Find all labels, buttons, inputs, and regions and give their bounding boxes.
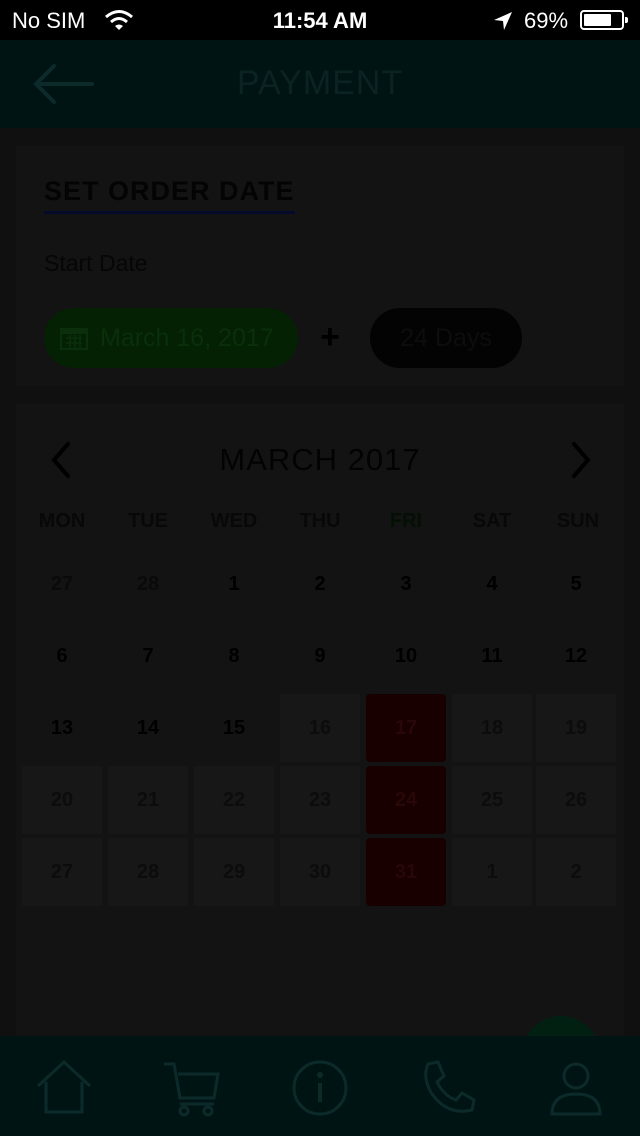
order-date-card: SET ORDER DATE Start Date March 16, 2017… xyxy=(16,146,624,386)
weekday-fri: FRI xyxy=(389,510,423,532)
nav-bar: PAYMENT xyxy=(0,40,640,128)
start-date-button[interactable]: March 16, 2017 xyxy=(44,308,298,368)
day-cell[interactable]: 3 xyxy=(366,550,446,618)
day-cell[interactable]: 13 xyxy=(22,694,102,762)
weekday-tue: TUE xyxy=(128,510,168,532)
day-cell[interactable]: 15 xyxy=(194,694,274,762)
day-cell-in-range[interactable]: 22 xyxy=(194,766,274,834)
day-cell[interactable]: 8 xyxy=(194,622,274,690)
day-cell[interactable]: 7 xyxy=(108,622,188,690)
day-cell[interactable]: 9 xyxy=(280,622,360,690)
weekday-wed: WED xyxy=(210,510,258,532)
phone-icon[interactable] xyxy=(418,1058,478,1118)
day-cell-in-range[interactable]: 21 xyxy=(108,766,188,834)
start-date-label: Start Date xyxy=(44,250,148,276)
payment-screen: No SIM 11:54 AM 69% PAYMENT SET ORDER DA… xyxy=(0,0,640,1136)
day-cell-in-range[interactable]: 20 xyxy=(22,766,102,834)
month-title: MARCH 2017 xyxy=(219,442,421,477)
day-cell-in-range[interactable]: 26 xyxy=(536,766,616,834)
weekday-mon: MON xyxy=(38,510,86,532)
day-cell[interactable]: 6 xyxy=(22,622,102,690)
day-cell-in-range[interactable]: 29 xyxy=(194,838,274,906)
tab-bar xyxy=(0,1036,640,1136)
day-cell[interactable]: 11 xyxy=(452,622,532,690)
calendar-icon xyxy=(60,328,88,350)
day-cell-in-range[interactable]: 1 xyxy=(452,838,532,906)
day-cell-selected[interactable]: 24 xyxy=(366,766,446,834)
info-icon[interactable] xyxy=(290,1058,350,1118)
home-icon[interactable] xyxy=(34,1058,94,1118)
day-cell[interactable]: 5 xyxy=(536,550,616,618)
plus-sign: + xyxy=(320,318,340,356)
weekday-thu: THU xyxy=(299,510,341,532)
day-cell-in-range[interactable]: 28 xyxy=(108,838,188,906)
day-cell-in-range[interactable]: 19 xyxy=(536,694,616,762)
chevron-right-icon[interactable] xyxy=(566,440,596,480)
day-cell[interactable]: 10 xyxy=(366,622,446,690)
battery-percent: 69% xyxy=(524,8,569,33)
location-arrow-icon xyxy=(494,12,512,30)
day-cell-in-range[interactable]: 2 xyxy=(536,838,616,906)
day-cell[interactable]: 27 xyxy=(22,550,102,618)
day-cell-in-range[interactable]: 30 xyxy=(280,838,360,906)
day-cell-in-range[interactable]: 16 xyxy=(280,694,360,762)
day-cell-in-range[interactable]: 27 xyxy=(22,838,102,906)
profile-icon[interactable] xyxy=(546,1058,606,1118)
day-cell[interactable]: 2 xyxy=(280,550,360,618)
day-cell[interactable]: 14 xyxy=(108,694,188,762)
day-cell-in-range[interactable]: 23 xyxy=(280,766,360,834)
weekday-sat: SAT xyxy=(472,510,512,532)
duration-button[interactable]: 24 Days xyxy=(370,308,522,368)
status-bar: No SIM 11:54 AM 69% xyxy=(0,0,640,40)
day-cell[interactable]: 1 xyxy=(194,550,274,618)
section-title: SET ORDER DATE xyxy=(44,176,295,214)
day-cell[interactable]: 12 xyxy=(536,622,616,690)
page-title: PAYMENT xyxy=(236,64,404,102)
day-cell-in-range[interactable]: 18 xyxy=(452,694,532,762)
cart-icon[interactable] xyxy=(162,1058,222,1118)
battery-icon xyxy=(580,10,628,30)
weekday-sun: SUN xyxy=(556,510,600,532)
start-date-value: March 16, 2017 xyxy=(100,324,274,352)
day-cell-selected[interactable]: 17 xyxy=(366,694,446,762)
day-cell[interactable]: 28 xyxy=(108,550,188,618)
day-cell-selected[interactable]: 31 xyxy=(366,838,446,906)
day-cell[interactable]: 4 xyxy=(452,550,532,618)
day-cell-in-range[interactable]: 25 xyxy=(452,766,532,834)
